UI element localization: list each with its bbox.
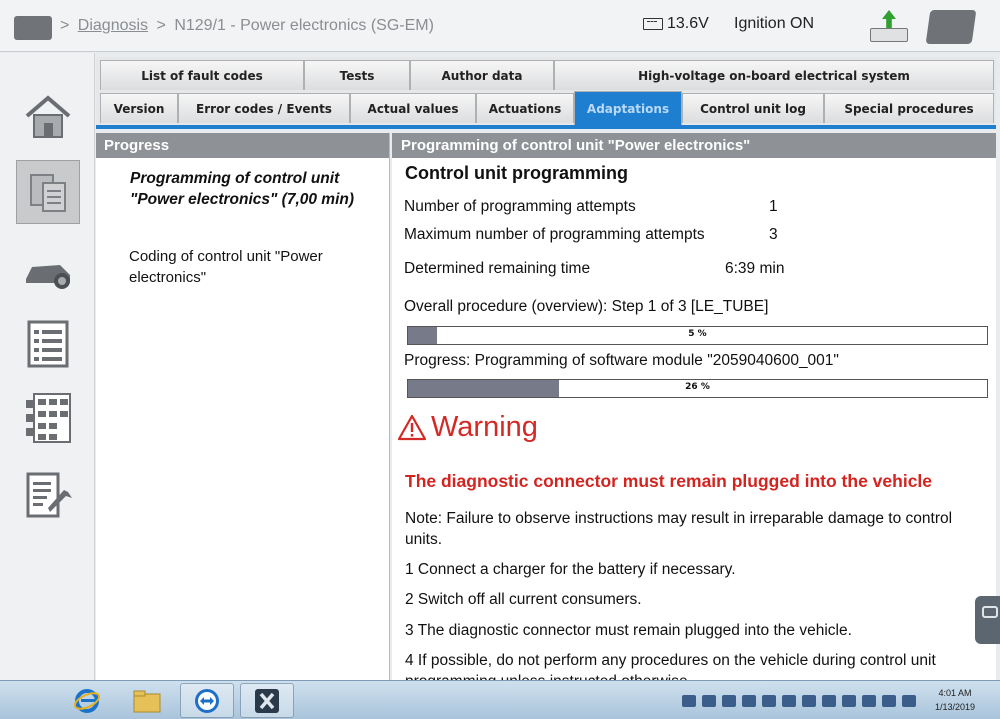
overall-procedure-label: Overall procedure (overview): Step 1 of … xyxy=(404,298,769,315)
attempts-value: 1 xyxy=(769,198,778,215)
module-progress-bar: 26 % xyxy=(407,379,988,398)
breadcrumb: > Diagnosis > N129/1 - Power electronics… xyxy=(60,17,434,34)
remaining-time-value: 6:39 min xyxy=(725,260,785,277)
tab-actuations[interactable]: Actuations xyxy=(476,93,574,123)
programming-panel-title: Programming of control unit "Power elect… xyxy=(392,133,996,158)
home-icon[interactable] xyxy=(16,85,80,149)
warning-title-text: Warning xyxy=(431,411,538,443)
warning-triangle-icon xyxy=(397,414,427,441)
breadcrumb-current: N129/1 - Power electronics (SG-EM) xyxy=(174,17,434,34)
section-heading: Control unit programming xyxy=(405,163,628,183)
tab-tests[interactable]: Tests xyxy=(304,60,410,90)
tab-version[interactable]: Version xyxy=(100,93,178,123)
tray-icon[interactable] xyxy=(802,695,816,707)
list-icon[interactable] xyxy=(16,312,80,376)
internet-explorer-icon[interactable] xyxy=(60,683,114,718)
warning-note: Note: Failure to observe instructions ma… xyxy=(405,510,953,548)
instruction-step-3: 3 The diagnostic connector must remain p… xyxy=(405,622,852,639)
max-attempts-label: Maximum number of programming attempts xyxy=(404,226,705,243)
tab-author-data[interactable]: Author data xyxy=(410,60,554,90)
tray-icon[interactable] xyxy=(842,695,856,707)
tray-icon[interactable] xyxy=(682,695,696,707)
service-tools-icon[interactable] xyxy=(16,464,80,528)
system-tray xyxy=(682,695,916,707)
clock-time: 4:01 AM xyxy=(938,688,972,698)
tray-icon[interactable] xyxy=(882,695,896,707)
grid-icon[interactable] xyxy=(16,386,80,450)
tab-error-codes-events[interactable]: Error codes / Events xyxy=(178,93,350,123)
warning-subtitle: The diagnostic connector must remain plu… xyxy=(405,471,933,491)
xentry-icon[interactable] xyxy=(240,683,294,718)
tray-icon[interactable] xyxy=(762,695,776,707)
tab-actual-values[interactable]: Actual values xyxy=(350,93,476,123)
remaining-time-label: Determined remaining time xyxy=(404,260,591,277)
tray-icon[interactable] xyxy=(902,695,916,707)
progress-panel-title: Progress xyxy=(96,133,389,158)
tab-adaptations[interactable]: Adaptations xyxy=(574,91,682,125)
tray-icon[interactable] xyxy=(702,695,716,707)
tray-icon[interactable] xyxy=(722,695,736,707)
ignition-status: Ignition ON xyxy=(734,15,815,32)
top-bar: > Diagnosis > N129/1 - Power electronics… xyxy=(0,0,1000,52)
progress-panel: Progress Programming of control unit "Po… xyxy=(96,133,390,680)
instruction-step-2: 2 Switch off all current consumers. xyxy=(405,591,642,608)
warning-title: Warning xyxy=(397,411,538,444)
progress-step-current: Programming of control unit "Power elect… xyxy=(130,170,355,208)
attempts-label: Number of programming attempts xyxy=(404,198,636,215)
upload-arrow-icon xyxy=(882,10,896,30)
tray-icon[interactable] xyxy=(742,695,756,707)
module-progress-label: Progress: Programming of software module… xyxy=(404,352,839,369)
teamviewer-icon[interactable] xyxy=(180,683,234,718)
clock-date: 1/13/2019 xyxy=(934,702,976,712)
taskbar: 4:01 AM 1/13/2019 xyxy=(0,680,1000,719)
sidebar xyxy=(0,53,95,680)
app-logo[interactable] xyxy=(14,16,52,40)
tray-icon[interactable] xyxy=(862,695,876,707)
voltage-value: 13.6V xyxy=(667,15,709,32)
progress-step-next: Coding of control unit "Power electronic… xyxy=(129,248,323,286)
file-explorer-icon[interactable] xyxy=(120,683,174,718)
overall-progress-percent: 5 % xyxy=(688,329,707,339)
battery-voltage: 13.6V xyxy=(643,15,709,33)
tab-bar: List of fault codes Tests Author data Hi… xyxy=(96,57,996,129)
remote-support-tab[interactable] xyxy=(975,596,1000,644)
start-button[interactable] xyxy=(0,681,50,719)
module-progress-percent: 26 % xyxy=(685,382,710,392)
tab-special-procedures[interactable]: Special procedures xyxy=(824,93,994,123)
manual-button[interactable] xyxy=(925,10,977,44)
print-button[interactable] xyxy=(866,8,912,46)
tray-icon[interactable] xyxy=(822,695,836,707)
programming-panel: Programming of control unit "Power elect… xyxy=(392,133,996,680)
control-units-icon[interactable] xyxy=(16,160,80,224)
vehicle-icon[interactable] xyxy=(16,241,80,305)
tray-icon[interactable] xyxy=(782,695,796,707)
tab-high-voltage[interactable]: High-voltage on-board electrical system xyxy=(554,60,994,90)
battery-icon xyxy=(643,18,663,30)
breadcrumb-diagnosis[interactable]: Diagnosis xyxy=(78,17,148,34)
tab-list-of-fault-codes[interactable]: List of fault codes xyxy=(100,60,304,90)
tab-control-unit-log[interactable]: Control unit log xyxy=(682,93,824,123)
instruction-step-4: 4 If possible, do not perform any proced… xyxy=(405,652,936,680)
overall-progress-bar: 5 % xyxy=(407,326,988,345)
system-clock[interactable]: 4:01 AM 1/13/2019 xyxy=(920,686,990,714)
max-attempts-value: 3 xyxy=(769,226,778,243)
instruction-step-1: 1 Connect a charger for the battery if n… xyxy=(405,561,736,578)
printer-icon xyxy=(870,28,908,42)
